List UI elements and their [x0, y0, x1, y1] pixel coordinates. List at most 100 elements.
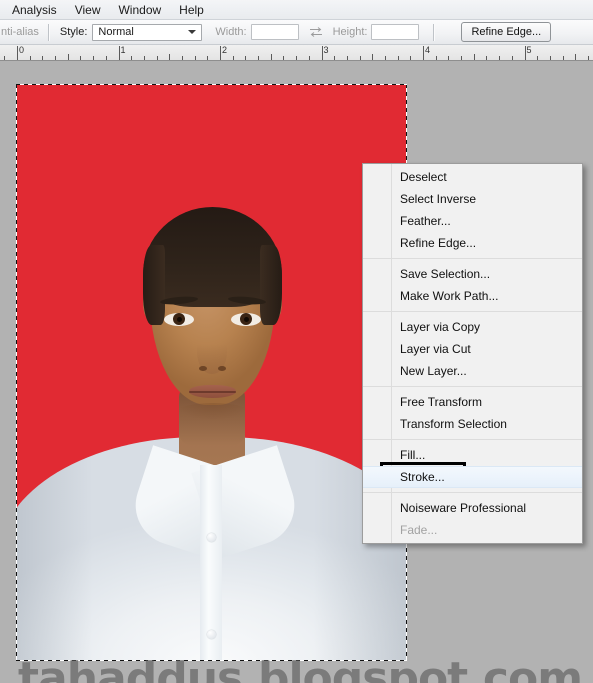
ruler-tick-minor — [360, 56, 361, 60]
ruler-tick-minor — [283, 56, 284, 60]
ruler-tick-major — [423, 46, 424, 60]
refine-edge-button[interactable]: Refine Edge... — [461, 22, 552, 42]
ruler-tick-minor — [271, 54, 272, 60]
ruler-tick-minor — [68, 54, 69, 60]
context-menu-separator — [363, 386, 582, 387]
ruler-tick-minor — [499, 56, 500, 60]
document-window[interactable] — [17, 85, 406, 660]
ruler-label: 1 — [120, 45, 126, 55]
context-menu-item-stroke[interactable]: Stroke... — [363, 466, 582, 488]
swap-arrows-icon[interactable] — [309, 25, 323, 39]
width-input[interactable] — [250, 24, 299, 40]
ruler-tick-minor — [207, 56, 208, 60]
ruler-tick-major — [220, 46, 221, 60]
ruler-tick-minor — [131, 56, 132, 60]
context-menu-item-layer-via-copy[interactable]: Layer via Copy — [363, 316, 582, 338]
height-input[interactable] — [371, 24, 420, 40]
chin-shadow — [177, 403, 249, 421]
ruler-tick-minor — [588, 56, 589, 60]
shirt-button — [207, 533, 216, 542]
ruler-tick-minor — [512, 56, 513, 60]
height-label: Height: — [332, 26, 368, 38]
ruler-tick-minor — [233, 56, 234, 60]
ruler-tick-minor — [334, 56, 335, 60]
context-menu-item-noiseware-professional[interactable]: Noiseware Professional — [363, 497, 582, 519]
hair-side-right — [260, 245, 282, 325]
context-menu-separator — [363, 258, 582, 259]
ruler-tick-minor — [80, 56, 81, 60]
nostril-left — [199, 366, 207, 371]
canvas-area[interactable]: tahaddus.blogspot.com Deselect Select In… — [0, 61, 593, 683]
pupil-right — [244, 317, 249, 322]
ruler-label: 3 — [323, 45, 329, 55]
ruler-label: 2 — [222, 45, 228, 55]
ruler-label: 5 — [526, 45, 532, 55]
context-menu-item-save-selection[interactable]: Save Selection... — [363, 263, 582, 285]
ruler-tick-major — [524, 46, 526, 60]
ruler-tick-minor — [169, 54, 170, 60]
context-menu-item-fill[interactable]: Fill... — [363, 444, 582, 466]
ruler-tick-minor — [309, 56, 310, 60]
chevron-down-icon — [188, 30, 197, 34]
context-menu-item-fade: Fade... — [400, 523, 438, 537]
portrait-photo — [17, 85, 406, 660]
ruler-tick-major — [118, 46, 120, 60]
ruler-tick-minor — [537, 56, 538, 60]
ruler-tick-minor — [563, 56, 564, 60]
context-menu-item-feather[interactable]: Feather... — [363, 210, 582, 232]
style-select-value: Normal — [98, 26, 134, 38]
ruler-tick-minor — [296, 56, 297, 60]
menu-item-window[interactable]: Window — [109, 1, 170, 19]
ruler-tick-minor — [372, 54, 373, 60]
ruler-tick-minor — [245, 56, 246, 60]
shirt-button — [207, 630, 216, 639]
context-menu-item-free-transform[interactable]: Free Transform — [363, 391, 582, 413]
ruler-tick-major — [17, 46, 18, 60]
ruler-tick-minor — [398, 56, 399, 60]
context-menu-separator — [363, 311, 582, 312]
width-label: Width: — [215, 26, 247, 38]
menu-item-view[interactable]: View — [66, 1, 110, 19]
options-separator-1 — [47, 23, 49, 41]
ruler-tick-minor — [30, 56, 31, 60]
context-menu-separator — [363, 439, 582, 440]
options-separator-2 — [433, 23, 435, 41]
anti-alias-label: nti-alias — [1, 26, 39, 38]
style-label: Style: — [59, 26, 88, 38]
mouth-line — [189, 391, 236, 393]
ruler-tick-minor — [144, 56, 145, 60]
menu-item-help[interactable]: Help — [170, 1, 213, 19]
tool-options-bar: nti-alias Style: Normal Width: Height: R… — [0, 20, 593, 45]
menu-item-analysis[interactable]: Analysis — [0, 1, 66, 19]
ruler-tick-minor — [93, 56, 94, 60]
ruler-tick-minor — [157, 56, 158, 60]
context-menu-item-transform-selection[interactable]: Transform Selection — [363, 413, 582, 435]
context-menu-item-refine-edge[interactable]: Refine Edge... — [363, 232, 582, 254]
ruler-tick-minor — [575, 54, 576, 60]
context-menu-item-deselect[interactable]: Deselect — [363, 166, 582, 188]
ruler-tick-minor — [474, 54, 475, 60]
ruler-tick-minor — [258, 56, 259, 60]
ruler-tick-minor — [42, 56, 43, 60]
context-menu-item-new-layer[interactable]: New Layer... — [363, 360, 582, 382]
hair-side-left — [143, 245, 165, 325]
ruler-tick-minor — [347, 56, 348, 60]
watermark-text: tahaddus.blogspot.com — [18, 653, 583, 683]
ruler-tick-minor — [195, 56, 196, 60]
menu-bar: Analysis View Window Help — [0, 0, 593, 20]
ruler-tick-minor — [461, 56, 462, 60]
ruler-tick-minor — [550, 56, 551, 60]
ruler-tick-minor — [182, 56, 183, 60]
ruler-label: 4 — [425, 45, 431, 55]
ruler-tick-minor — [4, 56, 6, 60]
horizontal-ruler[interactable]: 0 1 2 3 4 5 — [0, 45, 593, 61]
context-menu-item-layer-via-cut[interactable]: Layer via Cut — [363, 338, 582, 360]
ruler-tick-minor — [486, 56, 487, 60]
ruler-tick-minor — [55, 56, 56, 60]
context-menu-item-select-inverse[interactable]: Select Inverse — [363, 188, 582, 210]
ruler-tick-minor — [410, 56, 411, 60]
context-menu-item-make-work-path[interactable]: Make Work Path... — [363, 285, 582, 307]
ruler-tick-minor — [106, 56, 107, 60]
style-select[interactable]: Normal — [92, 23, 203, 41]
context-menu[interactable]: Deselect Select Inverse Feather... Refin… — [362, 163, 583, 544]
